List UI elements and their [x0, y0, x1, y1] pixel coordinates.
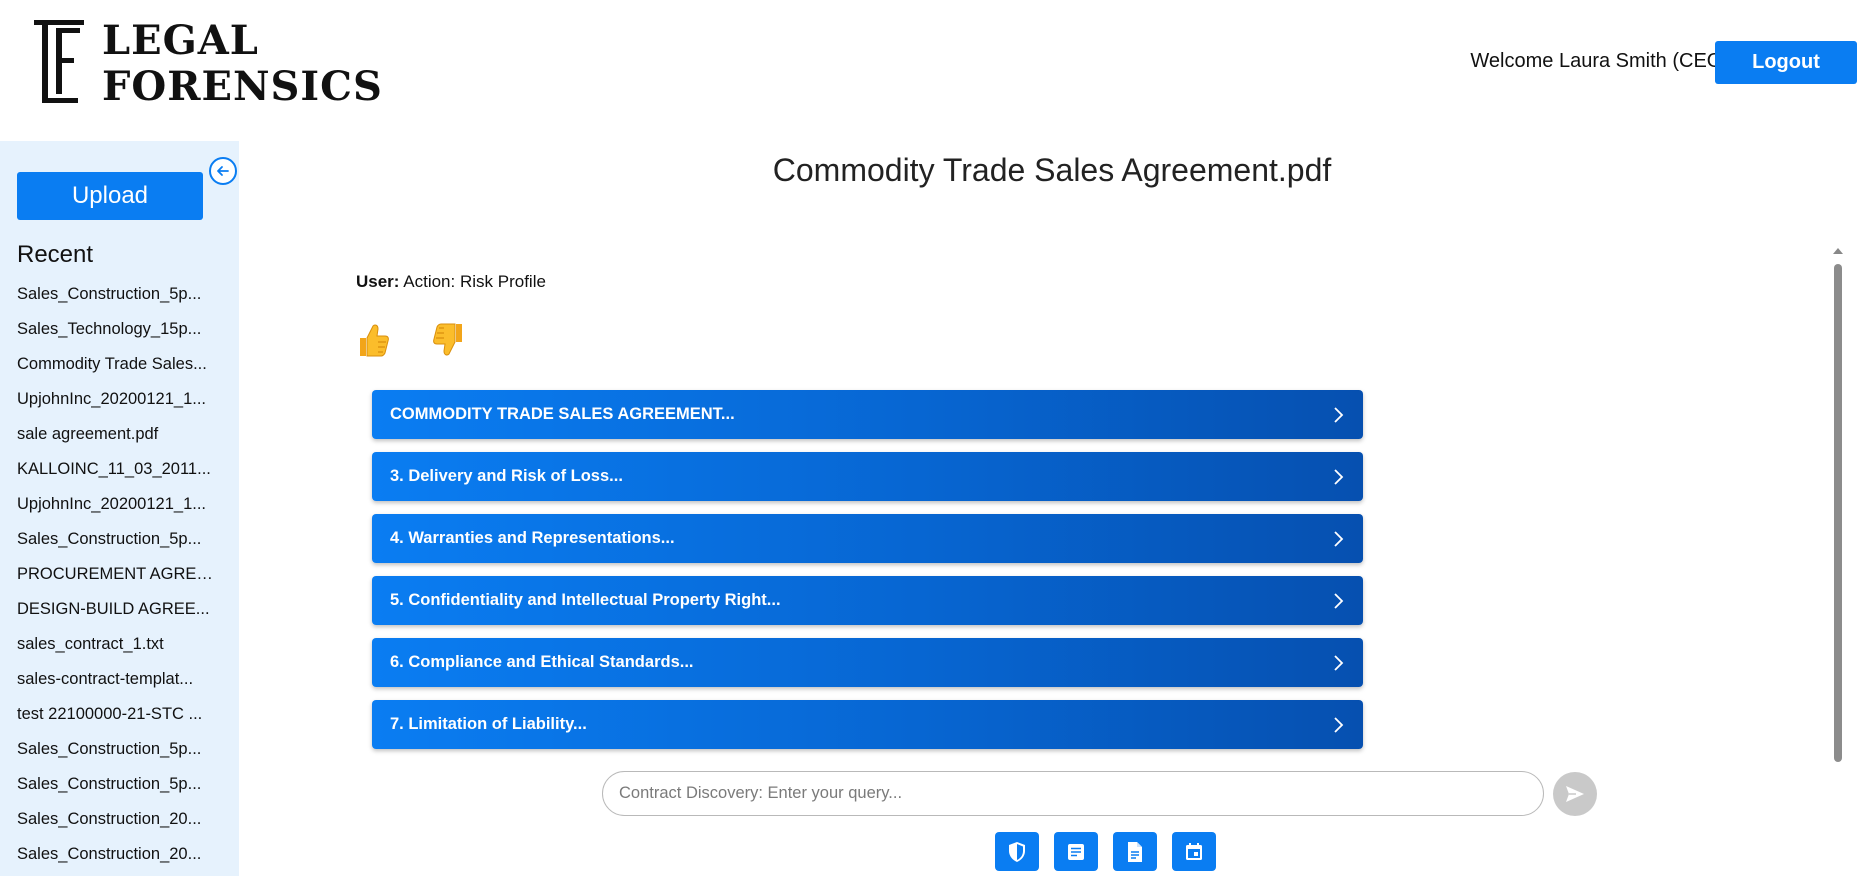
summary-button[interactable] — [1054, 832, 1098, 871]
shield-icon — [1009, 841, 1025, 862]
section-accordion[interactable]: 6. Compliance and Ethical Standards... — [372, 638, 1363, 687]
recent-item[interactable]: Sales_Construction_5p... — [17, 284, 213, 319]
chevron-right-icon — [1334, 654, 1344, 671]
calendar-button[interactable] — [1172, 832, 1216, 871]
recent-item[interactable]: Sales_Construction_5p... — [17, 739, 213, 774]
recent-item[interactable]: Sales_Construction_20... — [17, 809, 213, 844]
chevron-right-icon — [1334, 716, 1344, 733]
calendar-icon — [1186, 842, 1202, 860]
section-label: 5. Confidentiality and Intellectual Prop… — [390, 591, 781, 609]
document-icon — [1128, 841, 1142, 862]
recent-item[interactable]: test 22100000-21-STC ... — [17, 704, 213, 739]
section-accordion[interactable]: 3. Delivery and Risk of Loss... — [372, 452, 1363, 501]
header: LEGAL FORENSICS Welcome Laura Smith (CEO… — [0, 0, 1865, 141]
recent-item[interactable]: Sales_Construction_5p... — [17, 774, 213, 809]
logo-mark-icon — [34, 18, 96, 104]
section-accordion[interactable]: 7. Limitation of Liability... — [372, 700, 1363, 749]
recent-list: Sales_Construction_5p... Sales_Technolog… — [17, 284, 213, 879]
chevron-right-icon — [1334, 530, 1344, 547]
chevron-right-icon — [1334, 592, 1344, 609]
logout-button[interactable]: Logout — [1715, 41, 1857, 84]
recent-item[interactable]: UpjohnInc_20200121_1... — [17, 494, 213, 529]
section-list: COMMODITY TRADE SALES AGREEMENT... 3. De… — [372, 390, 1363, 762]
recent-item[interactable]: Sales_Construction_5p... — [17, 529, 213, 564]
arrow-left-icon — [217, 166, 229, 176]
sidebar: Upload Recent Sales_Construction_5p... S… — [0, 141, 239, 876]
user-message-text: Action: Risk Profile — [403, 272, 546, 291]
recent-item[interactable]: Commodity Trade Sales... — [17, 354, 213, 389]
welcome-text: Welcome Laura Smith (CEO) — [1470, 50, 1729, 72]
summary-icon — [1068, 843, 1084, 860]
section-label: 3. Delivery and Risk of Loss... — [390, 467, 623, 485]
document-title: Commodity Trade Sales Agreement.pdf — [772, 152, 1332, 188]
action-toolbar — [995, 832, 1216, 871]
feedback-reactions — [356, 322, 466, 358]
chevron-right-icon — [1334, 468, 1344, 485]
recent-title: Recent — [17, 241, 94, 268]
send-button[interactable] — [1553, 772, 1597, 816]
upload-button[interactable]: Upload — [17, 172, 203, 220]
recent-item[interactable]: sales_contract_1.txt — [17, 634, 213, 669]
recent-item[interactable]: PROCUREMENT AGREE... — [17, 564, 213, 599]
logo-line-2: FORENSICS — [102, 63, 383, 110]
user-message-prefix: User: — [356, 272, 400, 291]
scrollbar-thumb[interactable] — [1834, 264, 1842, 762]
collapse-sidebar-button[interactable] — [209, 157, 237, 185]
risk-profile-button[interactable] — [995, 832, 1039, 871]
section-accordion[interactable]: COMMODITY TRADE SALES AGREEMENT... — [372, 390, 1363, 439]
recent-item[interactable]: sales-contract-templat... — [17, 669, 213, 704]
recent-item[interactable]: sale agreement.pdf — [17, 424, 213, 459]
logo-line-1: LEGAL — [102, 17, 259, 64]
recent-item[interactable]: DESIGN-BUILD AGREE... — [17, 599, 213, 634]
section-label: 7. Limitation of Liability... — [390, 715, 587, 733]
document-button[interactable] — [1113, 832, 1157, 871]
section-label: 4. Warranties and Representations... — [390, 529, 675, 547]
section-accordion[interactable]: 4. Warranties and Representations... — [372, 514, 1363, 563]
section-label: COMMODITY TRADE SALES AGREEMENT... — [390, 405, 735, 423]
thumbs-down-icon[interactable] — [432, 322, 466, 358]
recent-item[interactable]: UpjohnInc_20200121_1... — [17, 389, 213, 424]
query-input[interactable] — [602, 771, 1544, 816]
logo-text: LEGAL FORENSICS — [102, 18, 383, 110]
recent-item[interactable]: KALLOINC_11_03_2011... — [17, 459, 213, 494]
section-label: 6. Compliance and Ethical Standards... — [390, 653, 694, 671]
recent-item[interactable]: Sales_Technology_15p... — [17, 319, 213, 354]
user-message: User: Action: Risk Profile — [356, 272, 546, 292]
chevron-right-icon — [1334, 406, 1344, 423]
logo: LEGAL FORENSICS — [34, 18, 383, 110]
send-icon — [1566, 786, 1584, 802]
scroll-up-arrow-icon[interactable] — [1833, 248, 1843, 254]
recent-item[interactable]: Sales_Construction_20... — [17, 844, 213, 879]
section-accordion[interactable]: 5. Confidentiality and Intellectual Prop… — [372, 576, 1363, 625]
thumbs-up-icon[interactable] — [356, 322, 390, 358]
